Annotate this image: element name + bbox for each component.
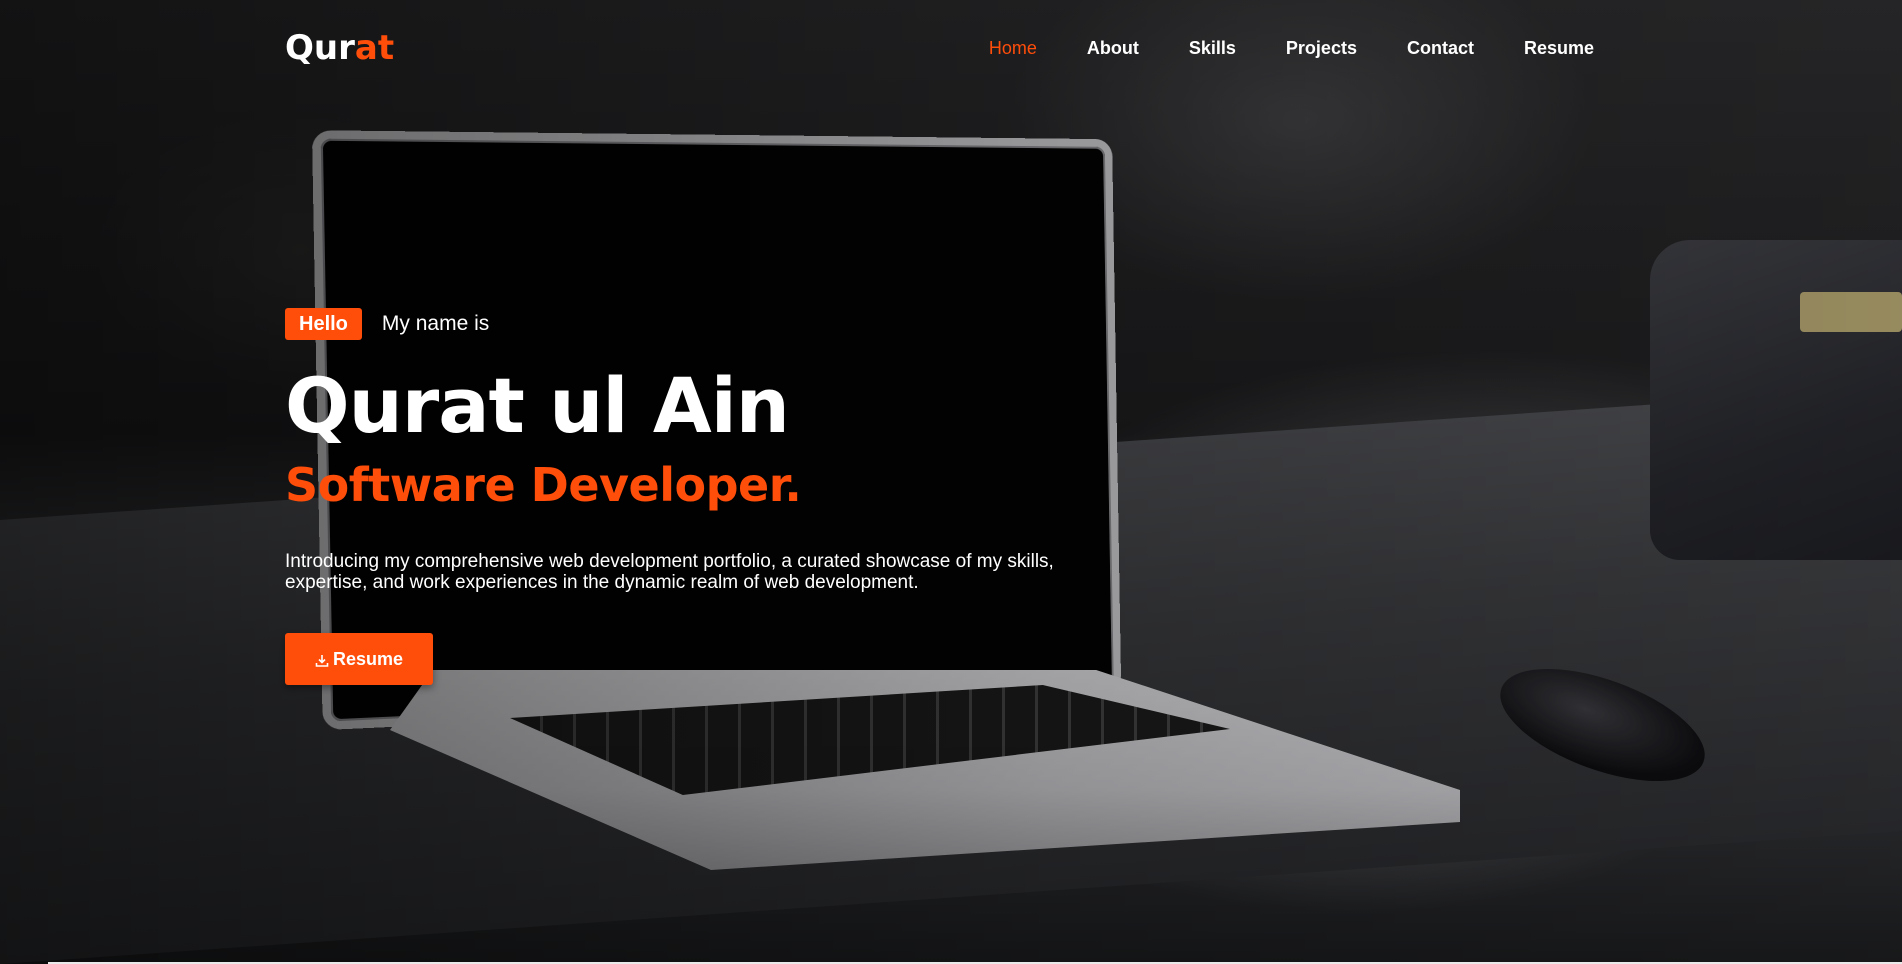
- nav-menu: Home About Skills Projects Contact Resum…: [939, 38, 1594, 59]
- resume-download-button[interactable]: Resume: [285, 633, 433, 685]
- hero-content: Hello My name is Qurat ul Ain Software D…: [285, 307, 1185, 685]
- nav-item-resume[interactable]: Resume: [1524, 38, 1594, 59]
- hero-role: Software Developer.: [285, 457, 1185, 513]
- nav-item-skills[interactable]: Skills: [1189, 38, 1236, 59]
- download-icon: [315, 652, 329, 666]
- nav-item-home[interactable]: Home: [989, 38, 1037, 59]
- logo-accent: at: [355, 28, 394, 68]
- hero-description: Introducing my comprehensive web develop…: [285, 551, 1115, 593]
- hero-name: Qurat ul Ain: [285, 363, 1185, 449]
- greeting-row: Hello My name is: [285, 307, 1185, 341]
- hello-badge: Hello: [285, 308, 362, 340]
- nav-item-contact[interactable]: Contact: [1407, 38, 1474, 59]
- logo-main: Qur: [285, 28, 355, 68]
- hero-section: Qurat Home About Skills Projects Contact…: [0, 0, 1902, 964]
- name-intro-text: My name is: [382, 312, 489, 336]
- nav-item-projects[interactable]: Projects: [1286, 38, 1357, 59]
- resume-button-label: Resume: [333, 649, 403, 670]
- site-logo[interactable]: Qurat: [285, 28, 394, 68]
- top-navigation: Qurat Home About Skills Projects Contact…: [0, 0, 1902, 100]
- nav-item-about[interactable]: About: [1087, 38, 1139, 59]
